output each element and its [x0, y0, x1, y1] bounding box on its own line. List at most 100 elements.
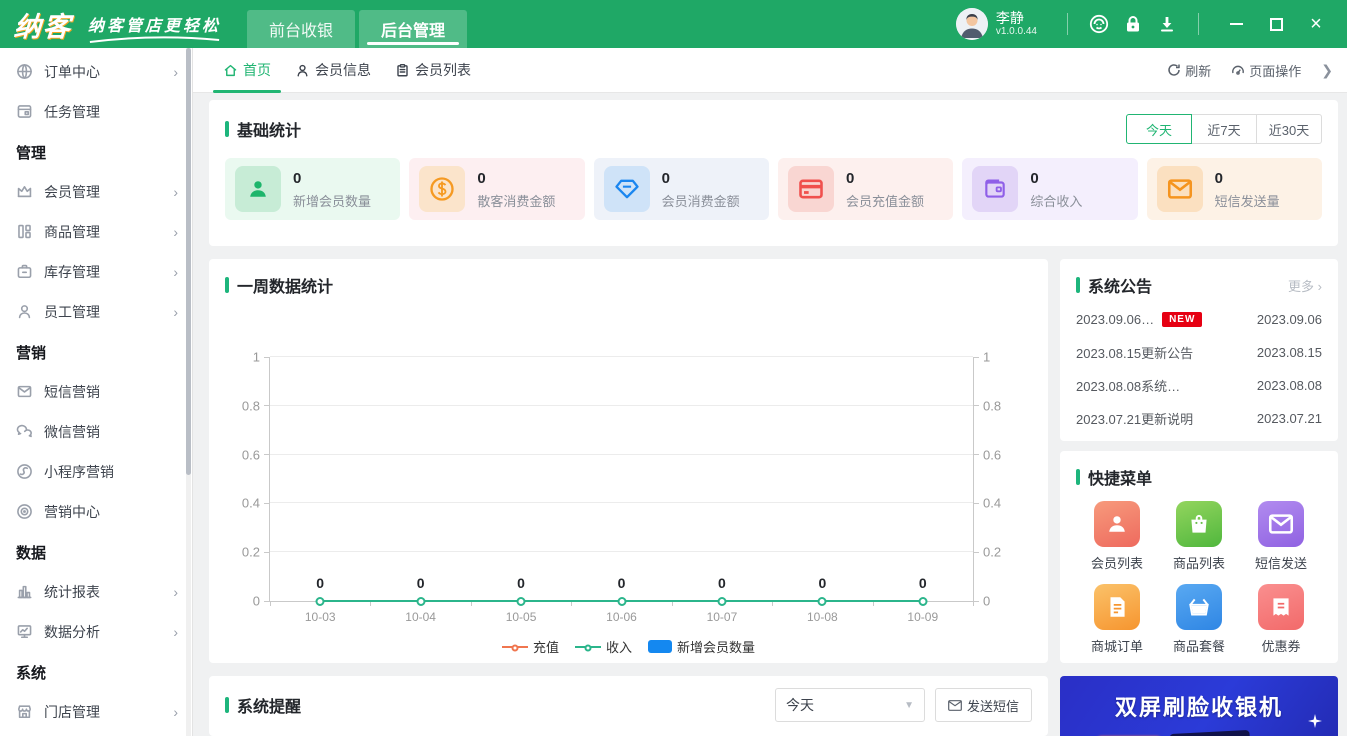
stat-label: 会员充值金额 — [845, 193, 924, 209]
minimize-button[interactable] — [1219, 7, 1253, 41]
sidebar: 订单中心 › 任务管理 管理 会员管理 › 商品管理 › 库存管理 › 员工管理 › 营销 短信营销 微信营… — [0, 48, 193, 736]
stat-value: 0 — [1214, 170, 1223, 188]
data-point-marker[interactable] — [617, 597, 626, 606]
x-axis-label: 10-09 — [907, 610, 939, 624]
maximize-button[interactable] — [1259, 7, 1293, 41]
y-axis-label-right: 0.2 — [983, 544, 1002, 560]
announcement-date: 2023.08.15 — [1256, 345, 1322, 360]
announcement-text: 2023.07.21更新说明 — [1076, 412, 1194, 427]
sidebar-item[interactable]: 微信营销 — [0, 412, 192, 452]
legend-item-新增会员数量[interactable]: 新增会员数量 — [648, 637, 755, 656]
stat-text: 0 综合收入 — [1030, 168, 1082, 210]
announcement-title: 2023.08.15更新公告 — [1076, 343, 1257, 362]
sidebar-item[interactable]: 统计报表 › — [0, 572, 192, 612]
sidebar-item[interactable]: 短信营销 — [0, 372, 192, 412]
stat-text: 0 新增会员数量 — [293, 168, 371, 210]
sidebar-item[interactable]: 小程序营销 — [0, 452, 192, 492]
sidebar-item[interactable]: 员工管理 › — [0, 292, 192, 332]
y-axis-label-right: 0.4 — [983, 495, 1002, 511]
tab-会员列表[interactable]: 会员列表 — [383, 48, 483, 93]
sidebar-item-label: 微信营销 — [44, 424, 100, 440]
quick-menu-优惠券[interactable]: 优惠券 — [1258, 584, 1304, 655]
quick-menu-商品套餐[interactable]: 商品套餐 — [1173, 584, 1225, 655]
quick-menu-label: 商品列表 — [1172, 556, 1225, 571]
announcement-text: 2023.08.08系统… — [1076, 379, 1181, 394]
chevron-right-icon[interactable]: ❯ — [1321, 62, 1333, 79]
sidebar-item[interactable]: 门店管理 › — [0, 692, 192, 732]
announcement-row[interactable]: 2023.08.15更新公告 2023.08.15 — [1076, 336, 1322, 369]
user-box[interactable]: 李静 v1.0.0.44 — [955, 8, 1037, 40]
lock-icon[interactable] — [1116, 7, 1150, 41]
announcement-row[interactable]: 2023.07.21更新说明 2023.07.21 — [1076, 402, 1322, 435]
quick-menu-label: 商城订单 — [1090, 639, 1143, 654]
filter-button[interactable]: 近30天 — [1256, 114, 1322, 144]
announcement-text: 2023.09.06… — [1076, 312, 1155, 327]
tab-label: 首页 — [243, 62, 271, 78]
data-point-marker[interactable] — [817, 597, 827, 606]
filter-button[interactable]: 今天 — [1126, 114, 1192, 144]
y-axis-label-left: 0.6 — [241, 447, 260, 463]
close-button[interactable]: × — [1299, 7, 1333, 41]
announcements-more-link[interactable]: 更多 › — [1288, 276, 1322, 295]
announcement-date: 2023.07.21 — [1256, 411, 1322, 426]
quick-menu-商城订单[interactable]: 商城订单 — [1091, 584, 1143, 655]
axis-tick — [973, 601, 974, 606]
sidebar-item[interactable]: 任务管理 — [0, 92, 192, 132]
tab-首页[interactable]: 首页 — [211, 48, 283, 93]
stat-value: 0 — [661, 170, 670, 188]
tab-会员信息[interactable]: 会员信息 — [283, 48, 383, 93]
order-doc-icon — [1093, 584, 1140, 630]
stat-text: 0 会员充值金额 — [846, 168, 924, 210]
page-operations-button[interactable]: 页面操作 — [1231, 61, 1301, 80]
open-tabs: 首页 会员信息 会员列表 — [211, 48, 483, 93]
sidebar-item-label: 订单中心 — [44, 64, 100, 80]
chevron-right-icon: › — [173, 224, 178, 240]
quick-menu-短信发送[interactable]: 短信发送 — [1255, 501, 1307, 572]
chart-gridline — [270, 453, 973, 455]
sidebar-item[interactable]: 库存管理 › — [0, 252, 192, 292]
ad-banner[interactable]: 双屏刷脸收银机 — [1060, 676, 1338, 736]
legend-item-收入[interactable]: 收入 — [574, 637, 632, 656]
sidebar-scrollbar[interactable] — [186, 48, 191, 736]
top-nav-admin[interactable]: 后台管理 — [359, 10, 468, 48]
refresh-button[interactable]: 刷新 — [1167, 61, 1211, 80]
sidebar-item[interactable]: 订单中心 › — [0, 52, 192, 92]
quick-menu-会员列表[interactable]: 会员列表 — [1091, 501, 1143, 572]
member-icon — [1093, 501, 1140, 547]
tabbar-actions: 刷新 页面操作 ❯ — [1167, 61, 1333, 80]
download-icon[interactable] — [1150, 7, 1184, 41]
customer-service-icon[interactable] — [1082, 7, 1116, 41]
sidebar-item[interactable]: 商品管理 › — [0, 212, 192, 252]
announcement-row[interactable]: 2023.08.08系统… 2023.08.08 — [1076, 369, 1322, 402]
filter-button[interactable]: 近7天 — [1191, 114, 1257, 144]
announcement-row[interactable]: 2023.09.06… NEW 2023.09.06 — [1076, 303, 1322, 336]
legend-item-充值[interactable]: 充值 — [501, 637, 559, 656]
person-icon — [295, 63, 310, 78]
data-point-marker[interactable] — [416, 597, 426, 606]
axis-tick — [264, 356, 270, 358]
inventory-icon — [16, 263, 34, 281]
legend-label: 新增会员数量 — [677, 640, 756, 655]
sidebar-item[interactable]: 数据分析 › — [0, 612, 192, 652]
data-point-marker[interactable] — [516, 597, 526, 606]
reminder-date-select[interactable]: 今天 ▼ — [774, 688, 925, 722]
x-axis-label: 10-08 — [806, 610, 838, 624]
announcement-title: 2023.08.08系统… — [1076, 376, 1257, 395]
top-nav: 前台收银 后台管理 — [247, 0, 468, 48]
avatar[interactable] — [955, 8, 988, 40]
send-sms-button[interactable]: 发送短信 — [934, 688, 1032, 722]
data-point-marker[interactable] — [717, 597, 727, 606]
sidebar-item[interactable]: 营销中心 — [0, 492, 192, 532]
crown-icon — [16, 183, 34, 201]
quick-menu-商品列表[interactable]: 商品列表 — [1173, 501, 1225, 572]
sidebar-item-label: 数据分析 — [44, 624, 100, 640]
data-point-marker[interactable] — [918, 597, 928, 606]
divider — [1067, 13, 1068, 35]
scrollbar-thumb[interactable] — [186, 48, 191, 475]
content: 基础统计 今天 近7天 近30天 0 新增会员数量 0 散客消费金额 0 会员消费金额 0 会员充… — [193, 93, 1347, 736]
announcements-card: 系统公告 更多 › 2023.09.06… NEW 2023.09.06 2023.0… — [1060, 259, 1338, 441]
data-point-marker[interactable] — [315, 597, 325, 606]
sidebar-item[interactable]: 会员管理 › — [0, 172, 192, 212]
y-axis-label-right: 0 — [983, 593, 991, 609]
top-nav-pos[interactable]: 前台收银 — [247, 10, 356, 48]
